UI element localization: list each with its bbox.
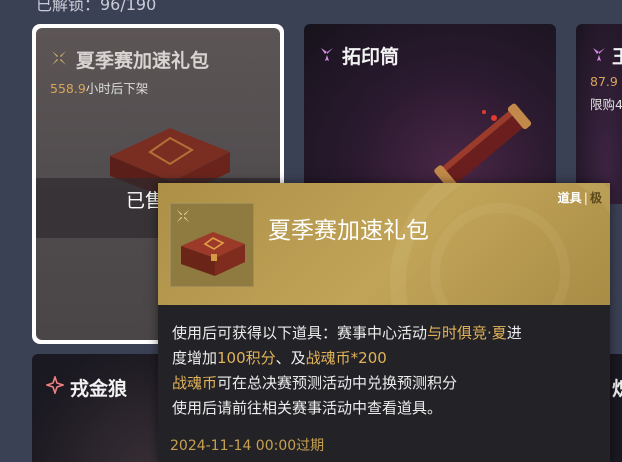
treasure-chest-icon bbox=[181, 232, 245, 276]
time-number: 87.9 bbox=[590, 74, 618, 89]
desc-text: 使用后可获得以下道具：赛事中心活动 bbox=[172, 324, 428, 342]
desc-text: 可在总决赛预测活动中兑换预测积分 bbox=[217, 374, 458, 392]
desc-highlight: 与时俱竞·夏 bbox=[427, 324, 507, 342]
card-time: 87.9 bbox=[590, 74, 618, 89]
purchase-limit: 限购4 bbox=[590, 97, 622, 112]
gold-sparkle-icon bbox=[52, 51, 66, 65]
item-grade: 极 bbox=[589, 191, 602, 205]
description-line: 度增加100积分、及战魂币*200 bbox=[172, 346, 602, 371]
red-sparkle-icon bbox=[46, 376, 64, 394]
desc-text: 进 bbox=[506, 324, 522, 342]
purple-sparkle-icon bbox=[593, 48, 605, 61]
description-line: 使用后请前往相关赛事活动中查看道具。 bbox=[172, 399, 443, 417]
expiry-date: 2024-11-14 00:00过期 bbox=[170, 438, 325, 454]
unlock-count: 已解锁：96/190 bbox=[36, 0, 157, 14]
card-name: 夏季赛加速礼包 bbox=[76, 50, 210, 72]
desc-highlight: 战魂币 bbox=[172, 374, 218, 392]
card-time: 558.9小时后下架 bbox=[50, 78, 148, 97]
item-type-grade: 道具 | 极 bbox=[558, 189, 602, 206]
desc-text: 度增加 bbox=[172, 349, 218, 367]
card-name: 炽 bbox=[612, 378, 622, 400]
gold-sparkle-icon bbox=[176, 209, 190, 223]
card-name: 玉 bbox=[612, 46, 622, 68]
time-number: 558.9 bbox=[50, 81, 86, 96]
item-icon-box bbox=[170, 203, 254, 287]
description-line: 战魂币可在总决赛预测活动中兑换预测积分 bbox=[172, 371, 602, 396]
time-suffix: 小时后下架 bbox=[85, 81, 149, 96]
desc-highlight: 战魂币*200 bbox=[305, 349, 387, 367]
card-name: 拓印筒 bbox=[342, 46, 400, 68]
tooltip-title: 夏季赛加速礼包 bbox=[268, 218, 429, 244]
item-type: 道具 bbox=[557, 191, 582, 205]
desc-text: 、及 bbox=[275, 349, 306, 367]
description-line: 使用后可获得以下道具：赛事中心活动与时俱竞·夏进 bbox=[172, 321, 602, 346]
tooltip-header: 道具 | 极 夏季赛加速礼包 bbox=[158, 183, 610, 305]
type-separator: | bbox=[583, 191, 588, 205]
card-name: 戎金狼 bbox=[70, 378, 128, 400]
shop-card-rubbing-tube[interactable]: 拓印筒 bbox=[304, 24, 556, 204]
desc-highlight: 100积分 bbox=[217, 349, 276, 367]
shop-card-jade[interactable]: 玉 87.9 限购4 bbox=[576, 24, 622, 204]
item-tooltip: 道具|极 夏季赛加速礼包 使用后可获得以下道具：赛事中心活动与时俱竞·夏进 bbox=[158, 183, 610, 462]
purple-sparkle-icon bbox=[321, 48, 333, 61]
tooltip-description: 使用后可获得以下道具：赛事中心活动与时俱竞·夏进 度增加100积分、及战魂币*2… bbox=[172, 321, 602, 421]
